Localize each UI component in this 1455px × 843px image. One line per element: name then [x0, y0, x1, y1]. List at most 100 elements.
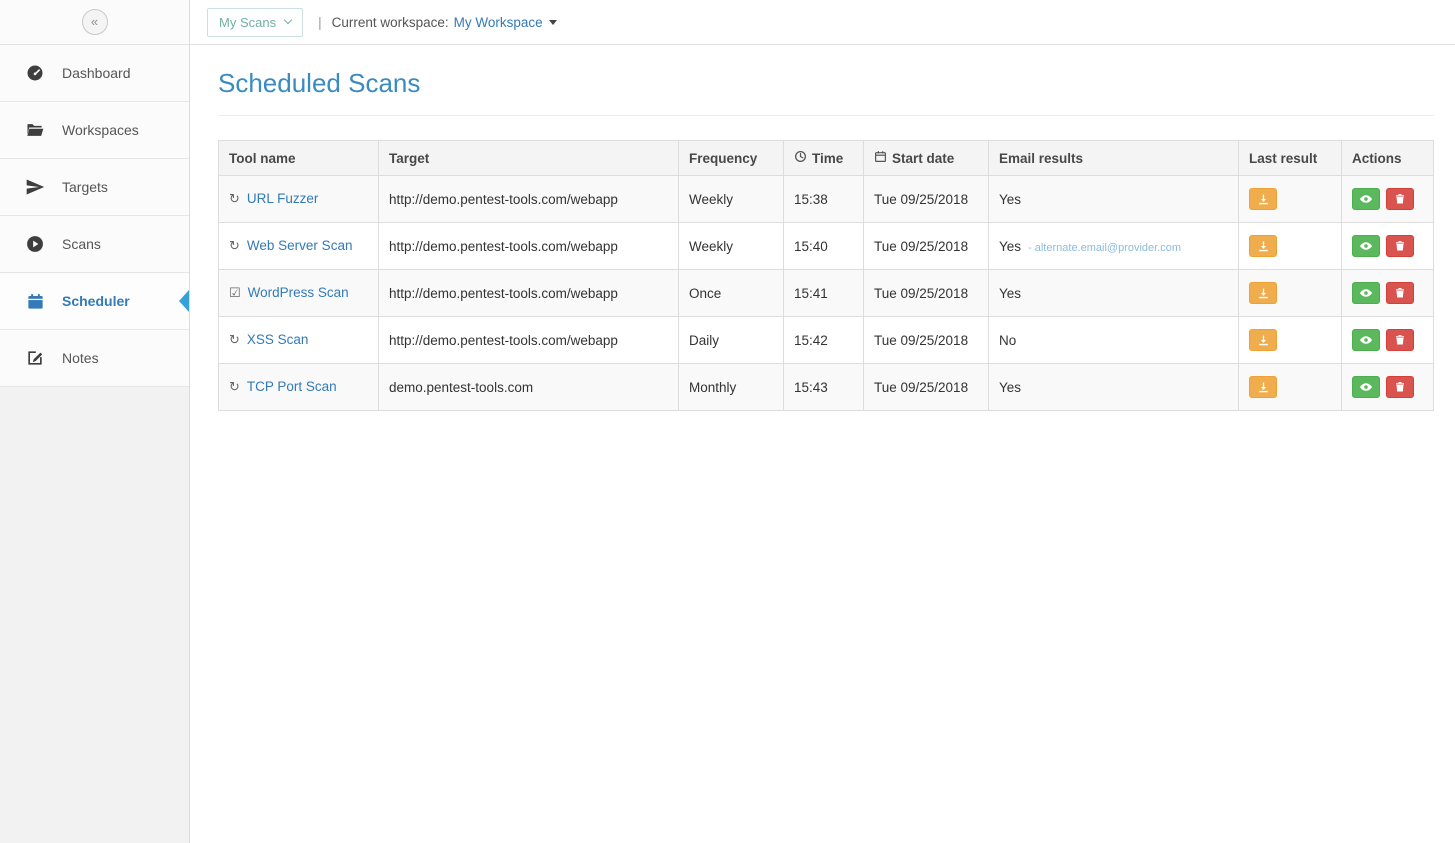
sidebar-item-label: Workspaces	[62, 122, 139, 138]
current-workspace-label: Current workspace:	[332, 15, 449, 30]
frequency-cell: Weekly	[679, 223, 784, 270]
delete-scan-button[interactable]	[1386, 235, 1414, 257]
download-icon	[1257, 334, 1270, 347]
sidebar-item-label: Targets	[62, 179, 108, 195]
sidebar-item-label: Scans	[62, 236, 101, 252]
start-date-cell: Tue 09/25/2018	[864, 270, 989, 317]
start-date-cell: Tue 09/25/2018	[864, 364, 989, 411]
refresh-icon: ↻	[229, 191, 240, 206]
sidebar-item-notes[interactable]: Notes	[0, 330, 189, 387]
content: Scheduled Scans Tool name Target Frequen…	[190, 45, 1455, 411]
actions-cell	[1342, 270, 1434, 317]
time-cell: 15:40	[784, 223, 864, 270]
download-result-button[interactable]	[1249, 188, 1277, 210]
workspace-selector[interactable]: My Workspace	[454, 15, 557, 30]
refresh-icon: ↻	[229, 332, 240, 347]
tool-link[interactable]: WordPress Scan	[248, 285, 349, 300]
topbar: My Scans | Current workspace: My Workspa…	[190, 0, 1455, 45]
eye-icon	[1359, 192, 1373, 206]
check-square-icon: ☑	[229, 285, 241, 300]
view-scan-button[interactable]	[1352, 376, 1380, 398]
start-date-cell: Tue 09/25/2018	[864, 317, 989, 364]
delete-scan-button[interactable]	[1386, 329, 1414, 351]
view-scan-button[interactable]	[1352, 282, 1380, 304]
sidebar: « Dashboard Workspaces Targets Scans	[0, 0, 190, 843]
sidebar-item-scheduler[interactable]: Scheduler	[0, 273, 189, 330]
delete-scan-button[interactable]	[1386, 282, 1414, 304]
view-scan-button[interactable]	[1352, 235, 1380, 257]
trash-icon	[1394, 287, 1406, 299]
tool-name-cell: ↻ TCP Port Scan	[219, 364, 379, 411]
start-date-cell: Tue 09/25/2018	[864, 223, 989, 270]
tool-link[interactable]: Web Server Scan	[247, 238, 353, 253]
actions-cell	[1342, 223, 1434, 270]
email-value: Yes	[999, 286, 1021, 301]
calendar-icon	[874, 150, 887, 166]
dashboard-icon	[24, 63, 46, 83]
time-cell: 15:38	[784, 176, 864, 223]
sidebar-item-targets[interactable]: Targets	[0, 159, 189, 216]
last-result-cell	[1239, 317, 1342, 364]
actions-cell	[1342, 176, 1434, 223]
tool-name-cell: ☑ WordPress Scan	[219, 270, 379, 317]
sidebar-header: «	[0, 0, 189, 45]
view-scan-button[interactable]	[1352, 329, 1380, 351]
target-cell: demo.pentest-tools.com	[379, 364, 679, 411]
email-results-cell: Yes	[989, 176, 1239, 223]
download-result-button[interactable]	[1249, 376, 1277, 398]
eye-icon	[1359, 333, 1373, 347]
actions-cell	[1342, 364, 1434, 411]
last-result-cell	[1239, 270, 1342, 317]
active-item-marker	[179, 290, 189, 312]
scan-table-body: ↻ URL Fuzzer http://demo.pentest-tools.co…	[219, 176, 1434, 411]
sidebar-collapse-button[interactable]: «	[82, 9, 108, 35]
scan-row: ☑ WordPress Scan http://demo.pentest-tool…	[219, 270, 1434, 317]
tool-name-cell: ↻ Web Server Scan	[219, 223, 379, 270]
trash-icon	[1394, 193, 1406, 205]
frequency-cell: Daily	[679, 317, 784, 364]
workspace-name: My Workspace	[454, 15, 543, 30]
scan-row: ↻Web Server Scan http://demo.pentest-too…	[219, 223, 1434, 270]
download-result-button[interactable]	[1249, 282, 1277, 304]
tool-name-cell: ↻ URL Fuzzer	[219, 176, 379, 223]
tool-link[interactable]: URL Fuzzer	[247, 191, 319, 206]
email-results-cell: Yes- alternate.email@provider.com	[989, 223, 1239, 270]
chevron-down-icon	[284, 16, 292, 24]
refresh-icon: ↻	[229, 379, 240, 394]
delete-scan-button[interactable]	[1386, 376, 1414, 398]
main-area: My Scans | Current workspace: My Workspa…	[190, 0, 1455, 843]
download-result-button[interactable]	[1249, 235, 1277, 257]
sidebar-item-label: Notes	[62, 350, 99, 366]
trash-icon	[1394, 381, 1406, 393]
target-cell: http://demo.pentest-tools.com/webapp	[379, 270, 679, 317]
start-date-cell: Tue 09/25/2018	[864, 176, 989, 223]
tool-link[interactable]: TCP Port Scan	[247, 379, 337, 394]
download-icon	[1257, 240, 1270, 253]
refresh-icon: ↻	[229, 238, 240, 253]
sidebar-item-workspaces[interactable]: Workspaces	[0, 102, 189, 159]
time-cell: 15:43	[784, 364, 864, 411]
delete-scan-button[interactable]	[1386, 188, 1414, 210]
download-icon	[1257, 193, 1270, 206]
sidebar-item-scans[interactable]: Scans	[0, 216, 189, 273]
sidebar-item-dashboard[interactable]: Dashboard	[0, 45, 189, 102]
email-results-cell: No	[989, 317, 1239, 364]
tool-link[interactable]: XSS Scan	[247, 332, 309, 347]
last-result-cell	[1239, 364, 1342, 411]
targets-icon	[24, 177, 46, 197]
email-value: Yes	[999, 192, 1021, 207]
scan-row: ↻TCP Port Scan demo.pentest-tools.com Mo…	[219, 364, 1434, 411]
download-result-button[interactable]	[1249, 329, 1277, 351]
scan-row: ↻URL Fuzzer http://demo.pentest-tools.co…	[219, 176, 1434, 223]
col-header-email-results: Email results	[989, 141, 1239, 176]
my-scans-dropdown-button[interactable]: My Scans	[207, 8, 303, 37]
scheduler-icon	[24, 292, 46, 311]
eye-icon	[1359, 286, 1373, 300]
topbar-separator: |	[318, 15, 322, 30]
col-header-actions: Actions	[1342, 141, 1434, 176]
col-header-time: Time	[784, 141, 864, 176]
frequency-cell: Weekly	[679, 176, 784, 223]
download-icon	[1257, 287, 1270, 300]
view-scan-button[interactable]	[1352, 188, 1380, 210]
notes-icon	[24, 348, 46, 368]
